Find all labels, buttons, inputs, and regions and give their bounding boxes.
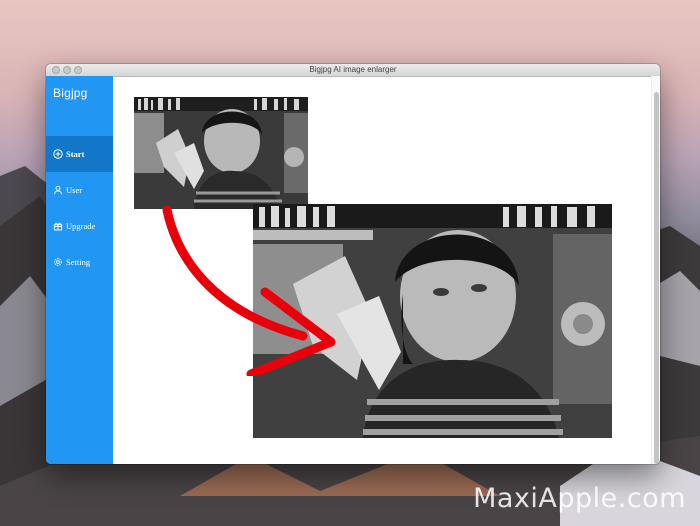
gift-icon <box>53 221 63 231</box>
scrollbar[interactable] <box>651 76 660 464</box>
sidebar-item-label: User <box>66 185 83 195</box>
sidebar: Bigjpg Start User Upgrade Setting <box>46 76 113 464</box>
app-window: Bigjpg AI image enlarger Bigjpg Start Us… <box>46 64 660 464</box>
window-title: Bigjpg AI image enlarger <box>309 65 397 74</box>
sidebar-item-setting[interactable]: Setting <box>46 244 113 280</box>
sidebar-item-start[interactable]: Start <box>46 136 113 172</box>
watermark-text: MaxiApple.com <box>473 483 686 514</box>
app-brand: Bigjpg <box>53 86 88 100</box>
sidebar-item-label: Setting <box>66 257 91 267</box>
scrollbar-thumb[interactable] <box>654 92 659 464</box>
main-content <box>113 76 652 464</box>
sidebar-item-label: Upgrade <box>66 221 96 231</box>
sidebar-item-label: Start <box>66 149 85 159</box>
original-photo[interactable] <box>134 97 308 209</box>
enlarge-arrow <box>162 205 336 376</box>
sidebar-item-user[interactable]: User <box>46 172 113 208</box>
gear-icon <box>53 257 63 267</box>
sidebar-item-upgrade[interactable]: Upgrade <box>46 208 113 244</box>
user-icon <box>53 185 63 195</box>
plus-circle-icon <box>53 149 63 159</box>
